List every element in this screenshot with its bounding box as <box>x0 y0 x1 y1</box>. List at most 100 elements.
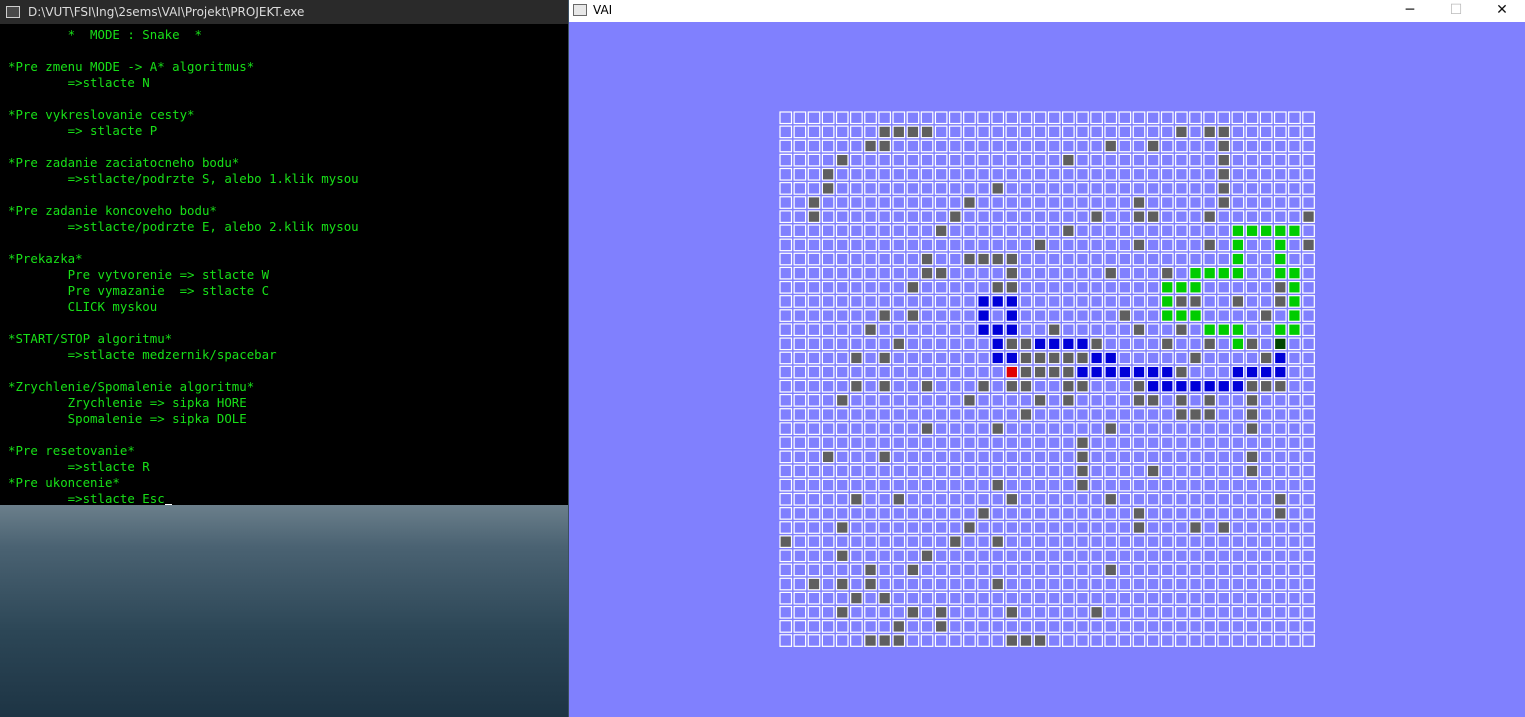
grid-cell[interactable] <box>850 153 863 167</box>
grid-cell[interactable] <box>1259 464 1273 478</box>
grid-cell[interactable] <box>1047 436 1061 450</box>
grid-cell[interactable] <box>779 266 793 280</box>
snake-blue-cell[interactable] <box>1273 351 1287 365</box>
grid-cell[interactable] <box>1104 182 1118 195</box>
grid-cell[interactable] <box>1146 605 1160 619</box>
grid-cell[interactable] <box>1062 309 1075 322</box>
grid-cell[interactable] <box>1104 153 1118 167</box>
grid-cell[interactable] <box>892 323 906 337</box>
grid-cell[interactable] <box>1090 535 1103 549</box>
grid-cell[interactable] <box>779 605 793 619</box>
grid-cell[interactable] <box>1288 634 1301 647</box>
grid-cell[interactable] <box>1175 521 1188 534</box>
obstacle-cell[interactable] <box>991 252 1005 266</box>
grid-cell[interactable] <box>1019 139 1033 153</box>
grid-cell[interactable] <box>1231 394 1245 407</box>
grid-cell[interactable] <box>1132 309 1146 322</box>
grid-cell[interactable] <box>1019 238 1033 252</box>
grid-cell[interactable] <box>1160 252 1174 266</box>
grid-cell[interactable] <box>1175 605 1188 619</box>
grid-cell[interactable] <box>1132 182 1146 195</box>
grid-cell[interactable] <box>892 563 906 577</box>
grid-cell[interactable] <box>1033 196 1047 209</box>
grid-cell[interactable] <box>963 422 976 435</box>
grid-cell[interactable] <box>1288 153 1301 167</box>
grid-cell[interactable] <box>1203 153 1217 167</box>
grid-cell[interactable] <box>1047 408 1061 421</box>
grid-cell[interactable] <box>1132 422 1146 435</box>
grid-cell[interactable] <box>1231 167 1245 181</box>
snake-blue-cell[interactable] <box>1146 379 1160 393</box>
grid-cell[interactable] <box>835 224 849 238</box>
grid-cell[interactable] <box>1203 535 1217 549</box>
grid-cell[interactable] <box>977 478 990 492</box>
grid-cell[interactable] <box>920 182 934 195</box>
grid-cell[interactable] <box>793 224 807 238</box>
grid-cell[interactable] <box>934 478 948 492</box>
grid-cell[interactable] <box>1175 337 1188 351</box>
grid-cell[interactable] <box>1302 436 1315 450</box>
grid-cell[interactable] <box>934 182 948 195</box>
grid-cell[interactable] <box>1090 196 1103 209</box>
grid-cell[interactable] <box>1019 549 1033 563</box>
grid-cell[interactable] <box>1217 507 1231 520</box>
grid-cell[interactable] <box>934 436 948 450</box>
grid-cell[interactable] <box>892 167 906 181</box>
grid-cell[interactable] <box>1245 323 1259 337</box>
grid-cell[interactable] <box>977 450 990 464</box>
snake-blue-cell[interactable] <box>1076 337 1089 351</box>
grid-cell[interactable] <box>1019 153 1033 167</box>
grid-cell[interactable] <box>977 436 990 450</box>
grid-cell[interactable] <box>1259 238 1273 252</box>
grid-cell[interactable] <box>920 577 934 591</box>
grid-cell[interactable] <box>1076 196 1089 209</box>
grid-cell[interactable] <box>948 620 962 633</box>
grid-cell[interactable] <box>1273 408 1287 421</box>
grid-cell[interactable] <box>1062 563 1075 577</box>
grid-cell[interactable] <box>1132 408 1146 421</box>
grid-cell[interactable] <box>1231 111 1245 125</box>
grid-cell[interactable] <box>963 507 976 520</box>
grid-cell[interactable] <box>1146 182 1160 195</box>
grid-cell[interactable] <box>835 182 849 195</box>
grid-cell[interactable] <box>1033 111 1047 125</box>
grid-cell[interactable] <box>1062 605 1075 619</box>
grid-cell[interactable] <box>1189 337 1202 351</box>
grid-cell[interactable] <box>779 337 793 351</box>
grid-cell[interactable] <box>850 422 863 435</box>
grid-cell[interactable] <box>1302 182 1315 195</box>
grid-cell[interactable] <box>1047 309 1061 322</box>
snake-blue-cell[interactable] <box>977 323 990 337</box>
grid-cell[interactable] <box>963 365 976 379</box>
grid-cell[interactable] <box>835 620 849 633</box>
grid-cell[interactable] <box>1132 535 1146 549</box>
grid-cell[interactable] <box>1259 252 1273 266</box>
grid-cell[interactable] <box>1005 507 1019 520</box>
grid-cell[interactable] <box>821 351 835 365</box>
grid-cell[interactable] <box>1189 139 1202 153</box>
grid-cell[interactable] <box>1146 351 1160 365</box>
grid-cell[interactable] <box>835 295 849 308</box>
grid-cell[interactable] <box>1005 422 1019 435</box>
grid-cell[interactable] <box>1047 535 1061 549</box>
grid-cell[interactable] <box>1259 125 1273 139</box>
grid-cell[interactable] <box>991 492 1005 506</box>
grid-cell[interactable] <box>1175 210 1188 224</box>
snake-blue-cell[interactable] <box>977 295 990 308</box>
grid-cell[interactable] <box>1217 295 1231 308</box>
grid-cell[interactable] <box>1005 182 1019 195</box>
grid-cell[interactable] <box>1104 436 1118 450</box>
grid-cell[interactable] <box>1132 153 1146 167</box>
obstacle-cell[interactable] <box>1231 295 1245 308</box>
obstacle-cell[interactable] <box>1132 196 1146 209</box>
grid-cell[interactable] <box>1019 436 1033 450</box>
grid-cell[interactable] <box>793 252 807 266</box>
grid-cell[interactable] <box>835 238 849 252</box>
snake-green-cell[interactable] <box>1273 266 1287 280</box>
grid-cell[interactable] <box>1005 111 1019 125</box>
grid-cell[interactable] <box>1217 549 1231 563</box>
grid-cell[interactable] <box>948 238 962 252</box>
grid-cell[interactable] <box>1189 167 1202 181</box>
grid-cell[interactable] <box>991 266 1005 280</box>
grid-cell[interactable] <box>864 182 877 195</box>
